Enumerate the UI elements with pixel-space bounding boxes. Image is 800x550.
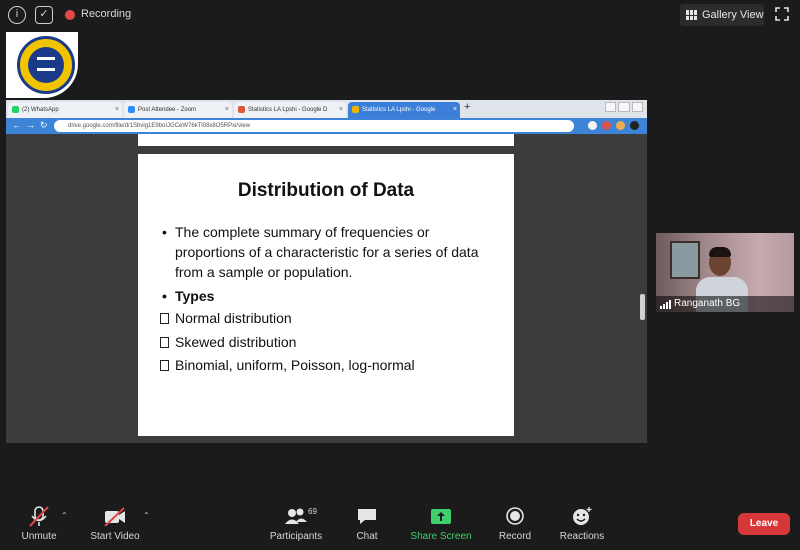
record-icon <box>506 507 524 525</box>
chat-button[interactable]: Chat <box>354 505 380 542</box>
start-video-button[interactable]: Start Video <box>90 505 140 542</box>
document-icon <box>238 106 245 113</box>
browser-tab-zoom[interactable]: Post Attendee - Zoom × <box>124 102 232 118</box>
video-off-icon <box>104 507 125 527</box>
zoom-icon <box>128 106 135 113</box>
checkbox-glyph-icon <box>160 313 169 324</box>
participants-count: 69 <box>308 507 317 516</box>
fullscreen-icon[interactable] <box>775 7 789 21</box>
document-viewer: Distribution of Data • The complete summ… <box>6 134 647 443</box>
reactions-button[interactable]: Reactions <box>560 505 604 542</box>
chat-icon <box>358 509 376 524</box>
building-icon <box>37 57 55 71</box>
institution-logo <box>6 32 78 98</box>
slide-bullet: • The complete summary of frequencies or… <box>162 224 479 280</box>
profile-icon[interactable] <box>630 121 639 130</box>
recording-dot-icon <box>65 10 75 20</box>
gallery-view-button[interactable]: Gallery View <box>680 4 764 26</box>
slide-list-item: Skewed distribution <box>175 334 297 350</box>
gallery-grid-icon <box>686 10 697 20</box>
leave-button[interactable]: Leave <box>738 513 790 535</box>
whatsapp-icon <box>12 106 19 113</box>
participant-name-label: Ranganath BG <box>656 296 794 312</box>
window-controls <box>605 102 643 112</box>
checkbox-glyph-icon <box>160 360 169 371</box>
extension-icon[interactable] <box>602 121 611 130</box>
logo-seal <box>17 36 75 94</box>
back-icon[interactable]: ← <box>12 120 21 130</box>
browser-tab-drive-1[interactable]: Statistics LA Lpshi - Google D × <box>234 102 346 118</box>
chevron-up-icon[interactable]: ⌃ <box>61 511 68 520</box>
close-icon[interactable]: × <box>225 102 229 118</box>
drive-icon <box>352 106 359 113</box>
smiley-icon <box>573 507 592 525</box>
slide-bullet: • Types <box>162 288 215 304</box>
extension-icon[interactable] <box>588 121 597 130</box>
unmute-button[interactable]: Unmute <box>21 505 57 542</box>
url-input[interactable]: drive.google.com/file/d/1Sbvig1E9boIJGCe… <box>54 120 574 132</box>
record-button[interactable]: Record <box>499 505 531 542</box>
muted-microphone-icon <box>29 506 49 527</box>
browser-tab-strip: (2) WhatsApp × Post Attendee - Zoom × St… <box>6 100 647 118</box>
slide-list-item: Binomial, uniform, Poisson, log-normal <box>175 357 415 373</box>
shared-screen: (2) WhatsApp × Post Attendee - Zoom × St… <box>6 100 647 443</box>
extension-icon[interactable] <box>616 121 625 130</box>
participants-button[interactable]: Participants <box>270 505 322 542</box>
shield-icon[interactable]: ✓ <box>35 6 53 24</box>
viewer-scrollbar[interactable] <box>640 294 645 320</box>
browser-tab-whatsapp[interactable]: (2) WhatsApp × <box>8 102 122 118</box>
info-icon[interactable]: i <box>8 6 26 24</box>
top-bar: i ✓ Recording Gallery View <box>0 0 800 30</box>
share-screen-icon <box>431 509 451 524</box>
checkbox-glyph-icon <box>160 337 169 348</box>
recording-label: Recording <box>81 8 132 20</box>
browser-address-bar: ← → ↻ drive.google.com/file/d/1Sbvig1E9b… <box>6 118 647 134</box>
close-icon[interactable]: × <box>453 102 457 118</box>
previous-page <box>138 134 514 146</box>
close-icon[interactable]: × <box>339 102 343 118</box>
meeting-toolbar: Unmute ⌃ Start Video ⌃ Participants 69 C… <box>0 495 800 550</box>
chevron-up-icon[interactable]: ⌃ <box>143 511 150 520</box>
slide-title: Distribution of Data <box>237 180 415 201</box>
reload-icon[interactable]: ↻ <box>40 120 48 131</box>
gallery-view-label: Gallery View <box>702 9 764 21</box>
signal-strength-icon <box>660 300 672 309</box>
participant-video[interactable]: Ranganath BG <box>656 233 794 312</box>
new-tab-icon[interactable]: + <box>464 101 470 113</box>
slide-page: Distribution of Data • The complete summ… <box>138 154 514 436</box>
slide-list-item: Normal distribution <box>175 310 292 326</box>
zoom-meeting-window: i ✓ Recording Gallery View (2) WhatsApp … <box>0 0 800 550</box>
participants-icon <box>285 508 307 524</box>
browser-tab-drive-2[interactable]: Statistics LA Lpshi - Google × <box>348 102 460 118</box>
close-icon[interactable]: × <box>115 102 119 118</box>
share-screen-button[interactable]: Share Screen <box>410 505 472 542</box>
forward-icon[interactable]: → <box>26 120 35 130</box>
